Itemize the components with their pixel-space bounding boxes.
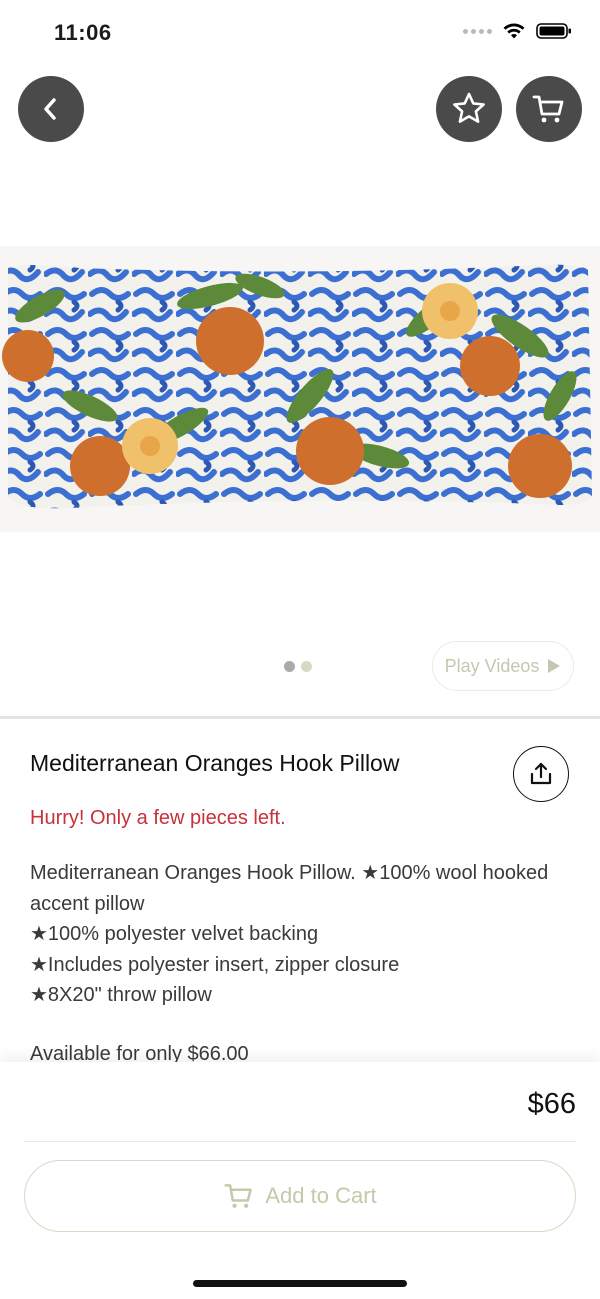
battery-icon (536, 23, 571, 39)
description-line: ★Includes polyester insert, zipper closu… (30, 953, 400, 976)
home-indicator[interactable] (193, 1280, 407, 1287)
stock-warning: Hurry! Only a few pieces left. (30, 807, 286, 829)
carousel-dot-active[interactable] (284, 661, 295, 672)
description-line: ★8X20" throw pillow (30, 984, 212, 1006)
favorite-button[interactable] (436, 76, 502, 142)
add-to-cart-button[interactable]: Add to Cart (24, 1160, 576, 1232)
share-button[interactable] (513, 746, 569, 802)
wifi-icon (503, 23, 525, 39)
cellular-signal-icon (463, 28, 492, 34)
cart-button[interactable] (516, 76, 582, 142)
carousel-dot[interactable] (301, 661, 312, 672)
description-line: Mediterranean Oranges Hook Pillow. ★100%… (30, 862, 549, 915)
chevron-left-icon (44, 98, 56, 120)
status-time: 11:06 (54, 20, 112, 45)
play-videos-label: Play Videos (444, 655, 540, 676)
carousel-indicator (284, 661, 312, 672)
purchase-panel: $66 Add to Cart (0, 1062, 600, 1299)
product-description: Mediterranean Oranges Hook Pillow. ★100%… (30, 858, 575, 1011)
play-videos-button[interactable]: Play Videos (432, 641, 574, 691)
product-title: Mediterranean Oranges Hook Pillow (30, 750, 400, 776)
cart-icon (224, 1184, 253, 1208)
section-divider (0, 716, 600, 719)
star-icon (453, 92, 485, 123)
price: $66 (527, 1088, 576, 1120)
panel-divider (24, 1141, 576, 1142)
add-to-cart-label: Add to Cart (265, 1183, 377, 1208)
status-icons (463, 22, 572, 40)
product-image[interactable] (0, 246, 600, 532)
share-icon (530, 762, 552, 785)
play-icon (548, 659, 561, 673)
status-bar: 11:06 (0, 0, 600, 64)
product-photo (2, 264, 592, 509)
description-line: ★100% polyester velvet backing (30, 923, 319, 945)
back-button[interactable] (18, 76, 84, 142)
cart-icon (532, 95, 564, 123)
